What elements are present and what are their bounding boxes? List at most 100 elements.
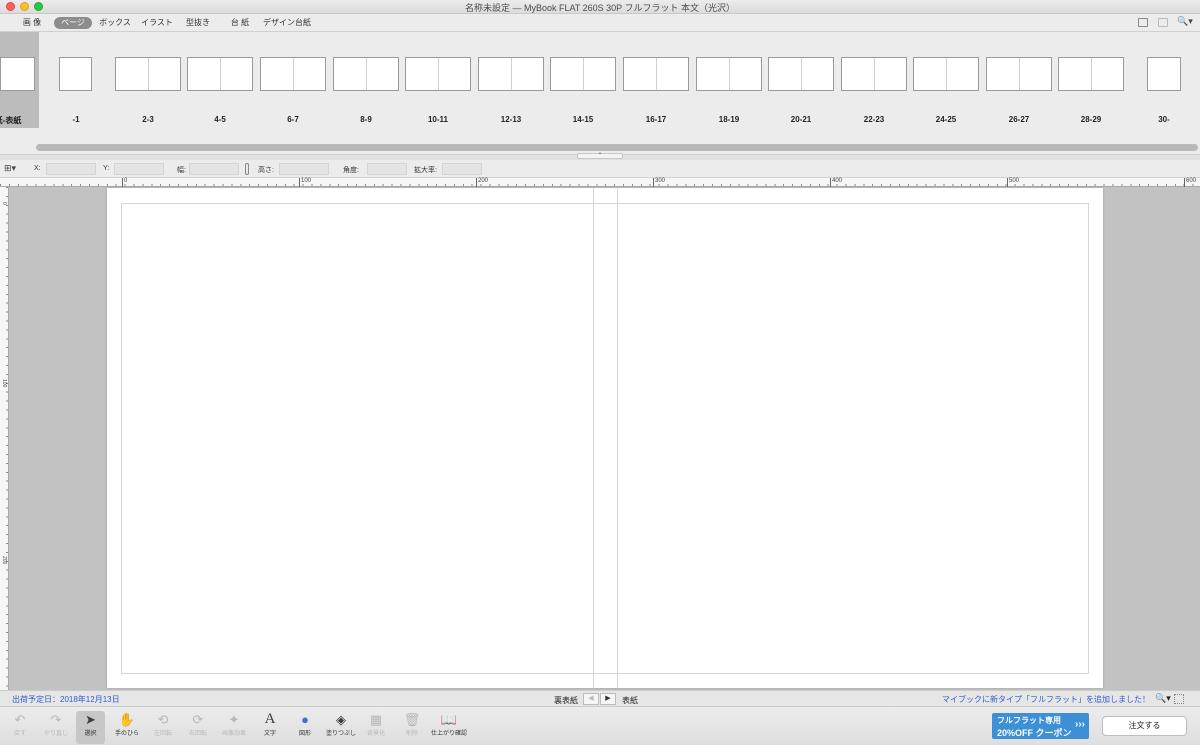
width-field[interactable] <box>189 163 239 175</box>
copy-icon[interactable] <box>1138 18 1148 27</box>
trash-icon: 🗑 <box>403 712 421 727</box>
ruler-number: 200 <box>478 178 489 184</box>
fill-tool-button[interactable]: ◈ 塗りつぶし <box>324 711 358 744</box>
arrow-cursor-icon: ➤ <box>85 712 96 727</box>
select-tool-button[interactable]: ➤ 選択 <box>76 711 105 744</box>
thumbnail-page-1[interactable] <box>59 57 92 91</box>
thumbnail-spread[interactable] <box>841 57 907 91</box>
tab-mount[interactable]: 台 紙 <box>224 17 256 29</box>
next-page-label: 表紙 <box>622 696 638 705</box>
safe-area-guide <box>121 203 1089 674</box>
ruler-number: 600 <box>1186 178 1197 184</box>
page-thumbnail-strip <box>0 32 1200 154</box>
x-field[interactable] <box>46 163 96 175</box>
thumbnail-label: 30- <box>1158 115 1170 124</box>
preview-finish-button[interactable]: 📖 仕上がり確認 <box>430 711 468 744</box>
anchor-point-icon[interactable]: ⊞▾ <box>4 163 16 174</box>
thumbnail-label: 4-5 <box>214 115 226 124</box>
thumbnail-label: 22-23 <box>863 115 885 124</box>
tab-box[interactable]: ボックス <box>97 17 133 29</box>
image-effect-button[interactable]: ✦ 画像効果 <box>217 711 251 744</box>
height-field[interactable] <box>279 163 329 175</box>
rotate-left-button[interactable]: ⟲ 左回転 <box>146 711 180 744</box>
y-field[interactable] <box>114 163 164 175</box>
next-page-button[interactable]: ▶ <box>600 693 616 705</box>
text-tool-button[interactable]: A 文字 <box>253 711 287 744</box>
zoom-icon[interactable]: 🔍▾ <box>1155 693 1171 704</box>
vertical-ruler: 0 100 200 <box>0 187 9 690</box>
ruler-number: 100 <box>301 178 312 184</box>
angle-label: 角度: <box>343 167 359 174</box>
tab-image[interactable]: 画 像 <box>18 17 46 29</box>
ruler-number: 200 <box>1 556 7 565</box>
thumbnail-label: -1 <box>72 115 80 124</box>
thumbnail-label: 6-7 <box>287 115 299 124</box>
thumbnail-spread[interactable] <box>260 57 326 91</box>
thumbnail-spread[interactable] <box>696 57 762 91</box>
angle-field[interactable] <box>367 163 407 175</box>
chevron-right-icon: ››› <box>1075 719 1085 730</box>
thumbnail-cover[interactable] <box>0 57 35 91</box>
thumbnail-spread[interactable] <box>115 57 181 91</box>
thumbnail-label: 12-13 <box>500 115 522 124</box>
scale-label: 拡大率: <box>414 167 437 174</box>
thumbnail-label: 紙-表紙 <box>0 116 22 125</box>
gutter-guide-left <box>593 188 594 688</box>
height-label: 高さ: <box>258 167 274 174</box>
paint-bucket-icon: ◈ <box>336 712 346 727</box>
property-bar: ⊞▾ X: Y: 幅: 高さ: 角度: 拡大率: <box>0 160 1200 178</box>
undo-button[interactable]: ↶ 戻す <box>3 711 37 744</box>
thumbnail-label: 24-25 <box>935 115 957 124</box>
order-button[interactable]: 注文する <box>1102 716 1187 736</box>
search-icon[interactable]: 🔍▾ <box>1177 16 1193 27</box>
thumbnail-spread[interactable] <box>768 57 834 91</box>
coupon-banner[interactable]: フルフラット専用 20%OFF クーポン ››› <box>992 713 1089 739</box>
undo-icon: ↶ <box>14 712 26 727</box>
splitter-handle[interactable]: ⌃ <box>577 153 623 159</box>
thumbnail-scrollbar[interactable] <box>36 144 1198 151</box>
scale-field[interactable] <box>442 163 482 175</box>
prev-page-button[interactable]: ◀ <box>583 693 599 705</box>
ruler-number: 400 <box>832 178 843 184</box>
thumbnail-label: 20-21 <box>790 115 812 124</box>
tab-diecut[interactable]: 型抜き <box>182 17 214 29</box>
rotate-right-button[interactable]: ⟳ 右回転 <box>181 711 215 744</box>
thumbnail-label: 18-19 <box>718 115 740 124</box>
tab-illust[interactable]: イラスト <box>139 17 175 29</box>
redo-button[interactable]: ↷ やり直し <box>39 711 73 744</box>
paste-icon[interactable] <box>1158 18 1168 27</box>
fit-to-window-icon[interactable] <box>1174 694 1184 704</box>
rotate-right-icon: ⟳ <box>192 712 204 727</box>
news-link[interactable]: マイブックに新タイプ「フルフラット」を追加しました！ <box>942 694 1150 705</box>
ruler-number: 0 <box>1 202 7 205</box>
link-aspect-icon[interactable] <box>245 163 249 175</box>
gutter-guide-right <box>617 188 618 688</box>
thumbnail-spread[interactable] <box>1058 57 1124 91</box>
thumbnail-spread[interactable] <box>478 57 544 91</box>
tab-design-mount[interactable]: デザイン台紙 <box>262 17 312 29</box>
thumbnail-label: 16-17 <box>645 115 667 124</box>
thumbnail-spread[interactable] <box>986 57 1052 91</box>
tab-page[interactable]: ページ <box>54 17 92 29</box>
background-icon: ▦ <box>369 712 383 727</box>
shape-tool-button[interactable]: ● 図形 <box>288 711 322 744</box>
coupon-title: フルフラット専用 <box>997 716 1061 725</box>
thumbnail-page-30[interactable] <box>1147 57 1181 91</box>
thumbnail-spread[interactable] <box>550 57 616 91</box>
ruler-number: 300 <box>655 178 666 184</box>
ruler-number: 100 <box>1 379 7 388</box>
thumbnail-spread[interactable] <box>623 57 689 91</box>
thumbnail-spread[interactable] <box>187 57 253 91</box>
text-icon: A <box>264 711 276 727</box>
delete-button[interactable]: 🗑 削除 <box>395 711 429 744</box>
window-title: 名称未設定 — MyBook FLAT 260S 30P フルフラット 本文（光… <box>464 3 736 13</box>
to-background-button[interactable]: ▦ 背景化 <box>359 711 393 744</box>
category-tab-bar: 画 像 ページ ボックス イラスト 型抜き 台 紙 デザイン台紙 🔍▾ <box>0 14 1200 32</box>
ruler-number: 0 <box>124 178 128 184</box>
thumbnail-label: 26-27 <box>1008 115 1030 124</box>
hand-tool-button[interactable]: ✋ 手のひら <box>110 711 144 744</box>
thumbnail-spread[interactable] <box>333 57 399 91</box>
bottom-toolbar: ↶ 戻す ↷ やり直し ➤ 選択 ✋ 手のひら ⟲ 左回転 ⟳ 右回転 ✦ 画像効果 A 文字 … <box>0 706 1200 745</box>
thumbnail-spread[interactable] <box>405 57 471 91</box>
thumbnail-spread[interactable] <box>913 57 979 91</box>
